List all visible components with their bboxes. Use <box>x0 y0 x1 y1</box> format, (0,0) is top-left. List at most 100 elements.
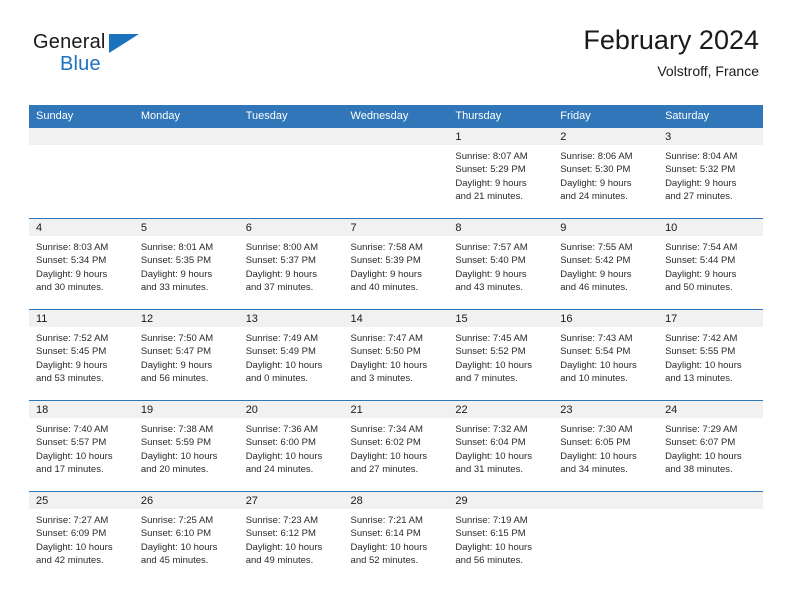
day-detail-line: Sunset: 5:54 PM <box>560 346 631 358</box>
day-detail-line: Daylight: 9 hours <box>455 268 527 280</box>
day-sun-details: Sunrise: 7:30 AM Sunset: 6:05 PM Daylight:… <box>553 418 658 476</box>
day-detail-line: Sunrise: 7:50 AM <box>140 333 214 345</box>
day-detail-line: Daylight: 10 hours <box>560 359 637 371</box>
day-sun-details <box>29 145 134 150</box>
calendar-day-cell[interactable]: 5 Sunrise: 8:01 AM Sunset: 5:35 PM Daylight… <box>133 218 239 310</box>
calendar-day-cell[interactable]: 21 Sunrise: 7:34 AM Sunset: 6:02 PM Dayligh… <box>343 400 449 492</box>
day-number <box>658 492 763 510</box>
day-detail-line: Daylight: 10 hours <box>140 541 218 553</box>
calendar-day-cell[interactable]: 19 Sunrise: 7:38 AM Sunset: 5:59 PM Dayligh… <box>133 400 239 492</box>
day-sun-details: Sunrise: 7:50 AM Sunset: 5:47 PM Daylight:… <box>134 327 239 385</box>
day-number <box>133 128 239 146</box>
calendar-day-cell[interactable]: 22 Sunrise: 7:32 AM Sunset: 6:04 PM Dayligh… <box>448 400 554 492</box>
day-detail-line: Daylight: 9 hours <box>665 177 737 189</box>
day-detail-line: and 13 minutes. <box>665 372 733 384</box>
calendar-day-cell-empty <box>29 128 134 219</box>
calendar-day-cell[interactable]: 9 Sunrise: 7:55 AM Sunset: 5:42 PM Daylight… <box>553 218 659 310</box>
day-sun-details <box>344 145 449 150</box>
day-number: 7 <box>343 219 449 237</box>
calendar-day-cell-empty <box>133 128 239 219</box>
calendar-day-cell[interactable]: 25 Sunrise: 7:27 AM Sunset: 6:09 PM Dayligh… <box>29 491 134 583</box>
day-detail-line: Sunset: 5:37 PM <box>245 255 316 267</box>
day-detail-line: Sunset: 5:30 PM <box>560 164 631 176</box>
calendar-day-cell-empty <box>658 491 763 583</box>
day-detail-line: Sunrise: 7:34 AM <box>350 424 423 436</box>
day-sun-details <box>658 509 763 514</box>
calendar-day-cell[interactable]: 11 Sunrise: 7:52 AM Sunset: 5:45 PM Dayligh… <box>29 309 134 401</box>
day-sun-details: Sunrise: 7:49 AM Sunset: 5:49 PM Daylight:… <box>239 327 344 385</box>
day-sun-details: Sunrise: 7:34 AM Sunset: 6:02 PM Daylight:… <box>344 418 449 476</box>
calendar-day-cell[interactable]: 2 Sunrise: 8:06 AM Sunset: 5:30 PM Daylight… <box>553 128 659 219</box>
calendar-day-cell[interactable]: 6 Sunrise: 8:00 AM Sunset: 5:37 PM Daylight… <box>238 218 344 310</box>
calendar-day-cell[interactable]: 14 Sunrise: 7:47 AM Sunset: 5:50 PM Dayligh… <box>343 309 449 401</box>
day-detail-line: Daylight: 9 hours <box>140 268 213 280</box>
weekday-header-row: Sunday Monday Tuesday Wednesday Thursday… <box>29 105 763 129</box>
calendar-day-cell[interactable]: 8 Sunrise: 7:57 AM Sunset: 5:40 PM Daylight… <box>448 218 554 310</box>
calendar-day-cell[interactable]: 27 Sunrise: 7:23 AM Sunset: 6:12 PM Dayligh… <box>238 491 344 583</box>
calendar-day-cell[interactable]: 4 Sunrise: 8:03 AM Sunset: 5:34 PM Daylight… <box>29 218 134 310</box>
calendar-day-cell[interactable]: 26 Sunrise: 7:25 AM Sunset: 6:10 PM Dayligh… <box>133 491 239 583</box>
day-number: 6 <box>238 219 344 237</box>
day-number: 18 <box>29 401 134 419</box>
calendar-day-cell[interactable]: 3 Sunrise: 8:04 AM Sunset: 5:32 PM Daylight… <box>658 128 763 219</box>
day-detail-line: and 50 minutes. <box>665 281 733 293</box>
day-number: 20 <box>238 401 344 419</box>
day-number: 26 <box>133 492 239 510</box>
day-detail-line: Sunset: 5:59 PM <box>140 437 212 449</box>
calendar-day-cell[interactable]: 12 Sunrise: 7:50 AM Sunset: 5:47 PM Dayligh… <box>133 309 239 401</box>
day-sun-details: Sunrise: 7:38 AM Sunset: 5:59 PM Daylight:… <box>134 418 239 476</box>
day-detail-line: and 56 minutes. <box>455 554 523 566</box>
day-number: 23 <box>553 401 659 419</box>
day-detail-line: and 27 minutes. <box>350 463 419 475</box>
day-detail-line: Daylight: 10 hours <box>350 359 428 371</box>
day-sun-details: Sunrise: 7:36 AM Sunset: 6:00 PM Daylight:… <box>239 418 344 476</box>
day-detail-line: and 34 minutes. <box>560 463 628 475</box>
day-detail-line: Sunrise: 7:57 AM <box>455 242 528 254</box>
day-detail-line: and 37 minutes. <box>245 281 314 293</box>
calendar-day-cell[interactable]: 1 Sunrise: 8:07 AM Sunset: 5:29 PM Daylight… <box>448 128 554 219</box>
day-detail-line: and 56 minutes. <box>140 372 209 384</box>
day-detail-line: Daylight: 9 hours <box>665 268 737 280</box>
day-detail-line: and 10 minutes. <box>560 372 628 384</box>
day-detail-line: and 24 minutes. <box>560 190 628 202</box>
day-detail-line: Sunset: 5:34 PM <box>36 255 107 267</box>
calendar-day-cell[interactable]: 29 Sunrise: 7:19 AM Sunset: 6:15 PM Dayligh… <box>448 491 554 583</box>
day-sun-details: Sunrise: 8:00 AM Sunset: 5:37 PM Daylight:… <box>239 236 344 294</box>
day-number: 29 <box>448 492 554 510</box>
day-detail-line: Sunset: 5:57 PM <box>36 437 107 449</box>
calendar-week-row: 25 Sunrise: 7:27 AM Sunset: 6:09 PM Dayligh… <box>29 491 763 583</box>
calendar-day-cell[interactable]: 24 Sunrise: 7:29 AM Sunset: 6:07 PM Dayligh… <box>658 400 763 492</box>
day-detail-line: Daylight: 10 hours <box>350 450 428 462</box>
day-sun-details: Sunrise: 7:40 AM Sunset: 5:57 PM Daylight:… <box>29 418 134 476</box>
calendar-day-cell[interactable]: 18 Sunrise: 7:40 AM Sunset: 5:57 PM Dayligh… <box>29 400 134 492</box>
calendar-day-cell[interactable]: 7 Sunrise: 7:58 AM Sunset: 5:39 PM Daylight… <box>343 218 449 310</box>
calendar-week-row: 4 Sunrise: 8:03 AM Sunset: 5:34 PM Daylight… <box>29 218 763 310</box>
day-number <box>238 128 344 146</box>
day-detail-line: Sunrise: 7:30 AM <box>560 424 633 436</box>
calendar-day-cell[interactable]: 28 Sunrise: 7:21 AM Sunset: 6:14 PM Dayligh… <box>343 491 449 583</box>
day-sun-details: Sunrise: 7:55 AM Sunset: 5:42 PM Daylight:… <box>553 236 658 294</box>
day-detail-line: Sunrise: 7:19 AM <box>455 515 528 527</box>
calendar-day-cell[interactable]: 10 Sunrise: 7:54 AM Sunset: 5:44 PM Dayligh… <box>658 218 763 310</box>
day-detail-line: Sunset: 6:15 PM <box>455 528 526 540</box>
location-subtitle: Volstroff, France <box>657 62 759 79</box>
day-detail-line: Sunrise: 7:32 AM <box>455 424 528 436</box>
day-sun-details: Sunrise: 7:29 AM Sunset: 6:07 PM Daylight:… <box>658 418 763 476</box>
day-sun-details: Sunrise: 7:47 AM Sunset: 5:50 PM Daylight:… <box>344 327 449 385</box>
day-sun-details: Sunrise: 8:03 AM Sunset: 5:34 PM Daylight:… <box>29 236 134 294</box>
day-detail-line: Daylight: 10 hours <box>455 359 532 371</box>
day-number: 12 <box>133 310 239 328</box>
calendar-day-cell[interactable]: 20 Sunrise: 7:36 AM Sunset: 6:00 PM Dayligh… <box>238 400 344 492</box>
calendar-day-cell[interactable]: 23 Sunrise: 7:30 AM Sunset: 6:05 PM Dayligh… <box>553 400 659 492</box>
day-sun-details: Sunrise: 7:57 AM Sunset: 5:40 PM Daylight:… <box>448 236 553 294</box>
calendar-day-cell[interactable]: 17 Sunrise: 7:42 AM Sunset: 5:55 PM Dayligh… <box>658 309 763 401</box>
calendar-day-cell[interactable]: 15 Sunrise: 7:45 AM Sunset: 5:52 PM Dayligh… <box>448 309 554 401</box>
calendar-body: 1 Sunrise: 8:07 AM Sunset: 5:29 PM Daylight… <box>29 128 763 583</box>
day-detail-line: and 49 minutes. <box>245 554 314 566</box>
day-detail-line: Sunrise: 7:52 AM <box>36 333 109 345</box>
calendar-day-cell[interactable]: 16 Sunrise: 7:43 AM Sunset: 5:54 PM Dayligh… <box>553 309 659 401</box>
day-number: 3 <box>658 128 763 146</box>
calendar-day-cell[interactable]: 13 Sunrise: 7:49 AM Sunset: 5:49 PM Dayligh… <box>238 309 344 401</box>
calendar-day-cell-empty <box>343 128 449 219</box>
day-detail-line: and 43 minutes. <box>455 281 523 293</box>
